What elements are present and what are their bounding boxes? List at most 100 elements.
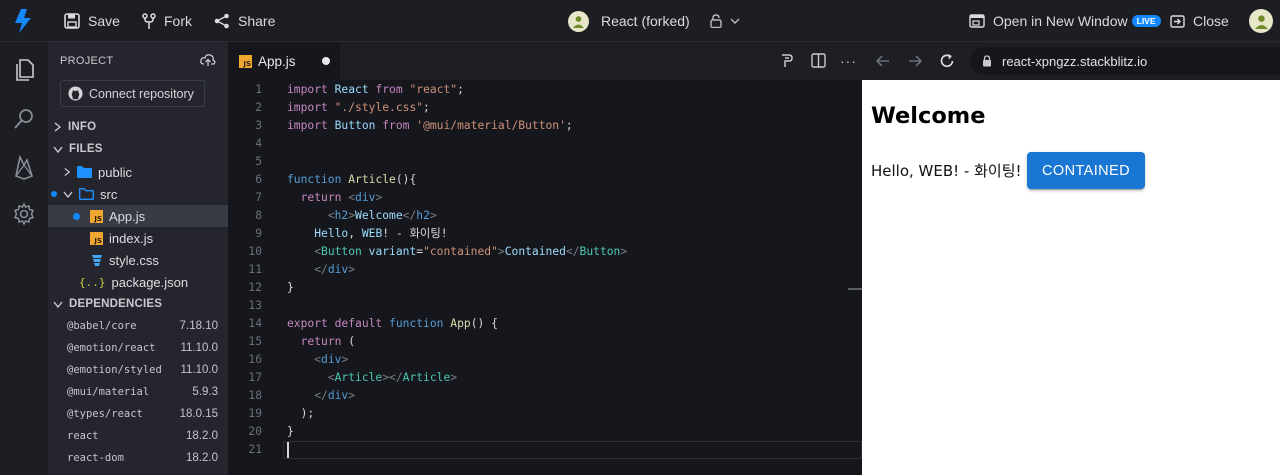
search-icon[interactable] [12, 107, 36, 131]
chevron-down-icon [730, 18, 740, 24]
preview-heading: Welcome [871, 103, 986, 129]
save-icon [64, 13, 80, 29]
save-button[interactable]: Save [64, 0, 120, 42]
section-dependencies[interactable]: DEPENDENCIES [48, 293, 228, 315]
code-line: 16 <div> [228, 351, 862, 369]
dependency-item[interactable]: @types/react 18.0.15 [48, 403, 228, 425]
dependency-version: 18.2.0 [186, 430, 218, 442]
code-text: </div> [314, 389, 356, 402]
chevron-down-icon [53, 301, 63, 308]
code-text: return ( [300, 335, 356, 348]
contained-button[interactable]: CONTAINED [1027, 152, 1145, 189]
dependency-version: 18.2.0 [186, 452, 218, 464]
section-files[interactable]: FILES [48, 138, 228, 160]
dependency-item[interactable]: @babel/core 7.18.10 [48, 315, 228, 337]
code-text: <h2>Welcome</h2> [327, 209, 437, 222]
tree-item-label: package.json [111, 274, 189, 290]
code-editor: JS App.js ··· 1 import React from "react"… [228, 42, 862, 475]
dependency-item[interactable]: @mui/material 5.9.3 [48, 381, 228, 403]
fork-button[interactable]: Fork [142, 0, 192, 42]
forward-arrow-icon[interactable] [907, 53, 923, 74]
back-arrow-icon[interactable] [875, 53, 891, 74]
code-line: 3 import Button from '@mui/material/Butto… [228, 117, 862, 135]
code-line: 18 </div> [228, 387, 862, 405]
code-text: ); [300, 407, 315, 420]
more-options-icon[interactable]: ··· [840, 53, 857, 69]
dependency-version: 7.18.10 [179, 320, 218, 332]
dependency-item[interactable]: @emotion/styled 11.10.0 [48, 359, 228, 381]
code-line: 17 <Article></Article> [228, 369, 862, 387]
fork-label: Fork [164, 13, 192, 29]
chevron-right-icon [64, 167, 71, 177]
tab-app-js[interactable]: JS App.js [228, 42, 340, 80]
preview-url-bar: react-xpngzz.stackblitz.io [862, 42, 1280, 80]
dependency-name: @types/react [67, 408, 143, 420]
dependency-item[interactable]: @emotion/react 11.10.0 [48, 337, 228, 359]
code-line: 13 [248, 299, 262, 312]
code-line: 19 ); [228, 405, 862, 423]
stackblitz-logo-icon[interactable] [14, 0, 32, 42]
save-label: Save [88, 13, 120, 29]
firebase-icon[interactable] [12, 154, 36, 180]
top-bar: Save Fork Share React (forked) Open in N… [0, 0, 1280, 42]
tree-item-label: App.js [109, 208, 146, 224]
settings-gear-icon[interactable] [12, 202, 36, 226]
dependency-item[interactable]: react 18.2.0 [48, 425, 228, 447]
code-line: 7 return <div> [228, 189, 862, 207]
css-file-icon [92, 254, 102, 266]
connect-repository-button[interactable]: Connect repository [60, 80, 205, 107]
files-icon[interactable] [12, 58, 36, 82]
chevron-down-icon [53, 146, 63, 153]
tree-item-label: public [98, 164, 132, 180]
github-icon [68, 86, 83, 101]
tree-item-package-json[interactable]: {..} package.json [48, 271, 228, 293]
open-window-label: Open in New Window [993, 13, 1128, 29]
tree-item-src[interactable]: src [48, 183, 228, 205]
code-line: 15 return ( [228, 333, 862, 351]
section-info[interactable]: INFO [48, 116, 228, 138]
modified-dot [73, 212, 80, 220]
tree-item-app-js[interactable]: JS App.js [48, 205, 228, 227]
lock-icon [983, 55, 991, 67]
code-line: 8 <h2>Welcome</h2> [228, 207, 862, 225]
folder-icon [77, 166, 92, 178]
code-line: 12} [228, 279, 862, 297]
code-line: 2 import "./style.css"; [228, 99, 862, 117]
chevron-down-icon [63, 191, 73, 198]
code-area[interactable]: 1 import React from "react"; 2 import "./s… [228, 80, 862, 475]
close-preview-button[interactable]: Close [1170, 0, 1229, 42]
tree-item-style-css[interactable]: style.css [48, 249, 228, 271]
open-in-new-window-button[interactable]: Open in New Window LIVE [969, 0, 1161, 42]
tree-item-index-js[interactable]: JS index.js [48, 227, 228, 249]
user-avatar-icon [1249, 9, 1273, 33]
close-label: Close [1193, 13, 1229, 29]
cloud-upload-icon[interactable] [200, 53, 216, 72]
refresh-icon[interactable] [939, 53, 955, 74]
share-button[interactable]: Share [214, 0, 275, 42]
code-line: 10 <Button variant="contained">Contained… [228, 243, 862, 261]
code-line: 1 import React from "react"; [228, 81, 862, 99]
files-section-label: FILES [69, 143, 103, 155]
editor-tab-bar: JS App.js ··· [228, 42, 862, 80]
unsaved-dot[interactable] [322, 57, 330, 65]
scrollbar-marker[interactable] [848, 288, 862, 290]
code-text: return <div> [300, 191, 383, 204]
preview-url-field[interactable]: react-xpngzz.stackblitz.io [970, 47, 1280, 75]
share-icon [214, 13, 229, 29]
format-icon[interactable] [780, 53, 794, 74]
code-text: import React from "react"; [287, 83, 464, 96]
dependency-name: @emotion/react [67, 342, 156, 354]
project-avatar [568, 10, 589, 32]
live-badge: LIVE [1131, 15, 1161, 27]
fork-icon [142, 12, 156, 29]
tree-item-public[interactable]: public [48, 161, 228, 183]
user-avatar[interactable] [1249, 0, 1273, 42]
dependency-item[interactable]: react-dom 18.2.0 [48, 447, 228, 469]
code-text: </div> [314, 263, 356, 276]
project-title-menu[interactable]: React (forked) [568, 0, 740, 42]
modified-dot [51, 191, 57, 197]
tree-item-label: index.js [109, 230, 154, 246]
split-editor-icon[interactable] [811, 53, 826, 73]
js-file-icon: JS [90, 209, 103, 223]
folder-open-icon [79, 188, 94, 200]
